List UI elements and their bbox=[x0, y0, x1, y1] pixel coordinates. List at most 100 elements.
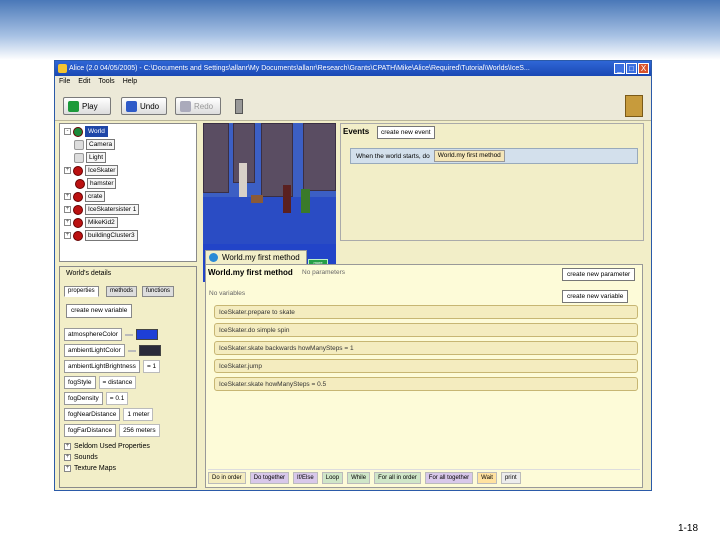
event-row[interactable]: When the world starts, do World.my first… bbox=[350, 148, 638, 164]
tab-methods[interactable]: methods bbox=[106, 286, 138, 297]
event-trigger: When the world starts, do bbox=[356, 152, 430, 160]
create-variable-button[interactable]: create new variable bbox=[562, 290, 629, 303]
tree-item-hamster[interactable]: hamster bbox=[75, 178, 117, 189]
tree-item-crate[interactable]: + crate bbox=[64, 191, 106, 202]
menu-help[interactable]: Help bbox=[123, 76, 137, 87]
wait-tile[interactable]: Wait bbox=[477, 471, 497, 484]
prop-name[interactable]: ambientLightBrightness bbox=[64, 360, 140, 373]
tree-item-iceskater[interactable]: + IceSkater bbox=[64, 165, 119, 176]
building bbox=[303, 123, 336, 191]
clipboard-icon[interactable] bbox=[625, 95, 643, 117]
expand-icon[interactable]: + bbox=[64, 206, 71, 213]
group-label: Texture Maps bbox=[74, 465, 117, 472]
prop-name[interactable]: ambientLightColor bbox=[64, 344, 125, 357]
no-parameters-label: No parameters bbox=[302, 269, 345, 276]
menu-file[interactable]: File bbox=[59, 76, 70, 87]
title-bar: Alice (2.0 04/05/2005) - C:\Documents an… bbox=[55, 61, 651, 76]
tree-item-camera[interactable]: Camera bbox=[74, 139, 116, 150]
trash-icon[interactable] bbox=[235, 99, 243, 114]
for-all-together-tile[interactable]: For all together bbox=[424, 471, 474, 484]
window-title: Alice (2.0 04/05/2005) - C:\Documents an… bbox=[69, 65, 530, 72]
tree-item-iceskatersister[interactable]: + IceSkatersister 1 bbox=[64, 204, 140, 215]
do-together-tile[interactable]: Do together bbox=[249, 471, 290, 484]
prop-name[interactable]: fogFarDistance bbox=[64, 424, 117, 437]
group-texture-maps[interactable]: + Texture Maps bbox=[64, 462, 116, 475]
tree-item-world[interactable]: - World bbox=[64, 126, 108, 137]
if-else-tile[interactable]: If/Else bbox=[293, 471, 318, 484]
expand-icon[interactable]: + bbox=[64, 454, 71, 461]
for-all-in-order-tile[interactable]: For all in order bbox=[374, 471, 421, 484]
collapse-icon[interactable]: - bbox=[64, 128, 71, 135]
statement-row[interactable]: IceSkater.jump bbox=[214, 359, 638, 373]
close-button[interactable]: X bbox=[638, 63, 649, 74]
expand-icon[interactable]: + bbox=[64, 193, 71, 200]
event-method-dropdown[interactable]: World.my first method bbox=[433, 150, 505, 162]
do-in-order-tile[interactable]: Do in order bbox=[208, 471, 246, 484]
light-icon bbox=[74, 152, 84, 163]
tree-item-light[interactable]: Light bbox=[74, 152, 107, 163]
prop-name[interactable]: atmosphereColor bbox=[64, 328, 122, 341]
while-tile[interactable]: While bbox=[347, 471, 371, 484]
prop-value[interactable]: 1 meter bbox=[123, 408, 154, 421]
create-parameter-button[interactable]: create new parameter bbox=[562, 268, 636, 281]
menu-bar: File Edit Tools Help bbox=[55, 76, 651, 87]
create-variable-button[interactable]: create new variable bbox=[66, 304, 133, 318]
undo-button[interactable]: Undo bbox=[121, 97, 167, 115]
slide-background bbox=[0, 0, 720, 60]
play-icon bbox=[68, 100, 79, 112]
details-panel: World's details properties methods funct… bbox=[59, 266, 197, 488]
skater-figure bbox=[239, 163, 247, 197]
redo-button[interactable]: Redo bbox=[175, 97, 221, 115]
create-event-button[interactable]: create new event bbox=[377, 126, 435, 139]
statement-row[interactable]: IceSkater.skate backwards howManySteps =… bbox=[214, 341, 638, 355]
undo-icon bbox=[126, 100, 137, 112]
color-swatch[interactable] bbox=[135, 329, 158, 340]
object-tree: - World Camera Light + IceSkater hamster +… bbox=[59, 123, 197, 262]
tree-label: Camera bbox=[86, 139, 116, 150]
ground bbox=[203, 197, 336, 244]
play-button[interactable]: Play bbox=[63, 97, 111, 115]
maximize-button[interactable]: □ bbox=[626, 63, 637, 74]
method-tabs: World.my first method bbox=[205, 250, 643, 264]
expand-icon[interactable]: + bbox=[64, 443, 71, 450]
alice-app-icon bbox=[58, 64, 67, 73]
color-swatch[interactable] bbox=[138, 345, 161, 356]
prop-name[interactable]: fogNearDistance bbox=[64, 408, 121, 421]
tree-item-mikekid2[interactable]: + MikeKid2 bbox=[64, 217, 118, 228]
method-tab-label: World.my first method bbox=[222, 253, 300, 262]
tab-functions[interactable]: functions bbox=[142, 286, 175, 297]
tab-properties[interactable]: properties bbox=[64, 286, 99, 297]
tree-label: IceSkatersister 1 bbox=[85, 204, 140, 215]
prop-name[interactable]: fogStyle bbox=[64, 376, 96, 389]
expand-icon[interactable]: + bbox=[64, 167, 71, 174]
prop-value[interactable] bbox=[127, 349, 136, 352]
prop-value[interactable]: = 0.1 bbox=[105, 392, 129, 405]
print-tile[interactable]: print bbox=[500, 471, 521, 484]
loop-tile[interactable]: Loop bbox=[321, 471, 344, 484]
tree-label: buildingCluster3 bbox=[85, 230, 138, 241]
prop-fog-near-distance: fogNearDistance 1 meter bbox=[64, 408, 154, 421]
prop-value[interactable]: = distance bbox=[98, 376, 137, 389]
tab-world-my-first-method[interactable]: World.my first method bbox=[205, 250, 307, 264]
prop-value[interactable]: = 1 bbox=[142, 360, 161, 373]
object-icon bbox=[73, 165, 83, 176]
expand-icon[interactable]: + bbox=[64, 465, 71, 472]
prop-value[interactable]: 256 meters bbox=[119, 424, 160, 437]
tree-item-buildingcluster3[interactable]: + buildingCluster3 bbox=[64, 230, 138, 241]
object-icon bbox=[73, 230, 83, 241]
prop-name[interactable]: fogDensity bbox=[64, 392, 103, 405]
play-label: Play bbox=[82, 101, 98, 111]
statement-row[interactable]: IceSkater.skate howManySteps = 0.5 bbox=[214, 377, 638, 391]
events-panel: Events create new event When the world s… bbox=[340, 123, 644, 241]
statement-row[interactable]: IceSkater.do simple spin bbox=[214, 323, 638, 337]
minimize-button[interactable]: _ bbox=[614, 63, 625, 74]
expand-icon[interactable]: + bbox=[64, 232, 71, 239]
menu-tools[interactable]: Tools bbox=[98, 76, 114, 87]
prop-value[interactable] bbox=[124, 333, 133, 336]
menu-edit[interactable]: Edit bbox=[78, 76, 90, 87]
object-icon bbox=[73, 204, 83, 215]
method-editor: World.my first method No parameters crea… bbox=[205, 264, 643, 488]
statement-row[interactable]: IceSkater.prepare to skate bbox=[214, 305, 638, 319]
expand-icon[interactable]: + bbox=[64, 219, 71, 226]
world-view[interactable] bbox=[203, 123, 336, 244]
